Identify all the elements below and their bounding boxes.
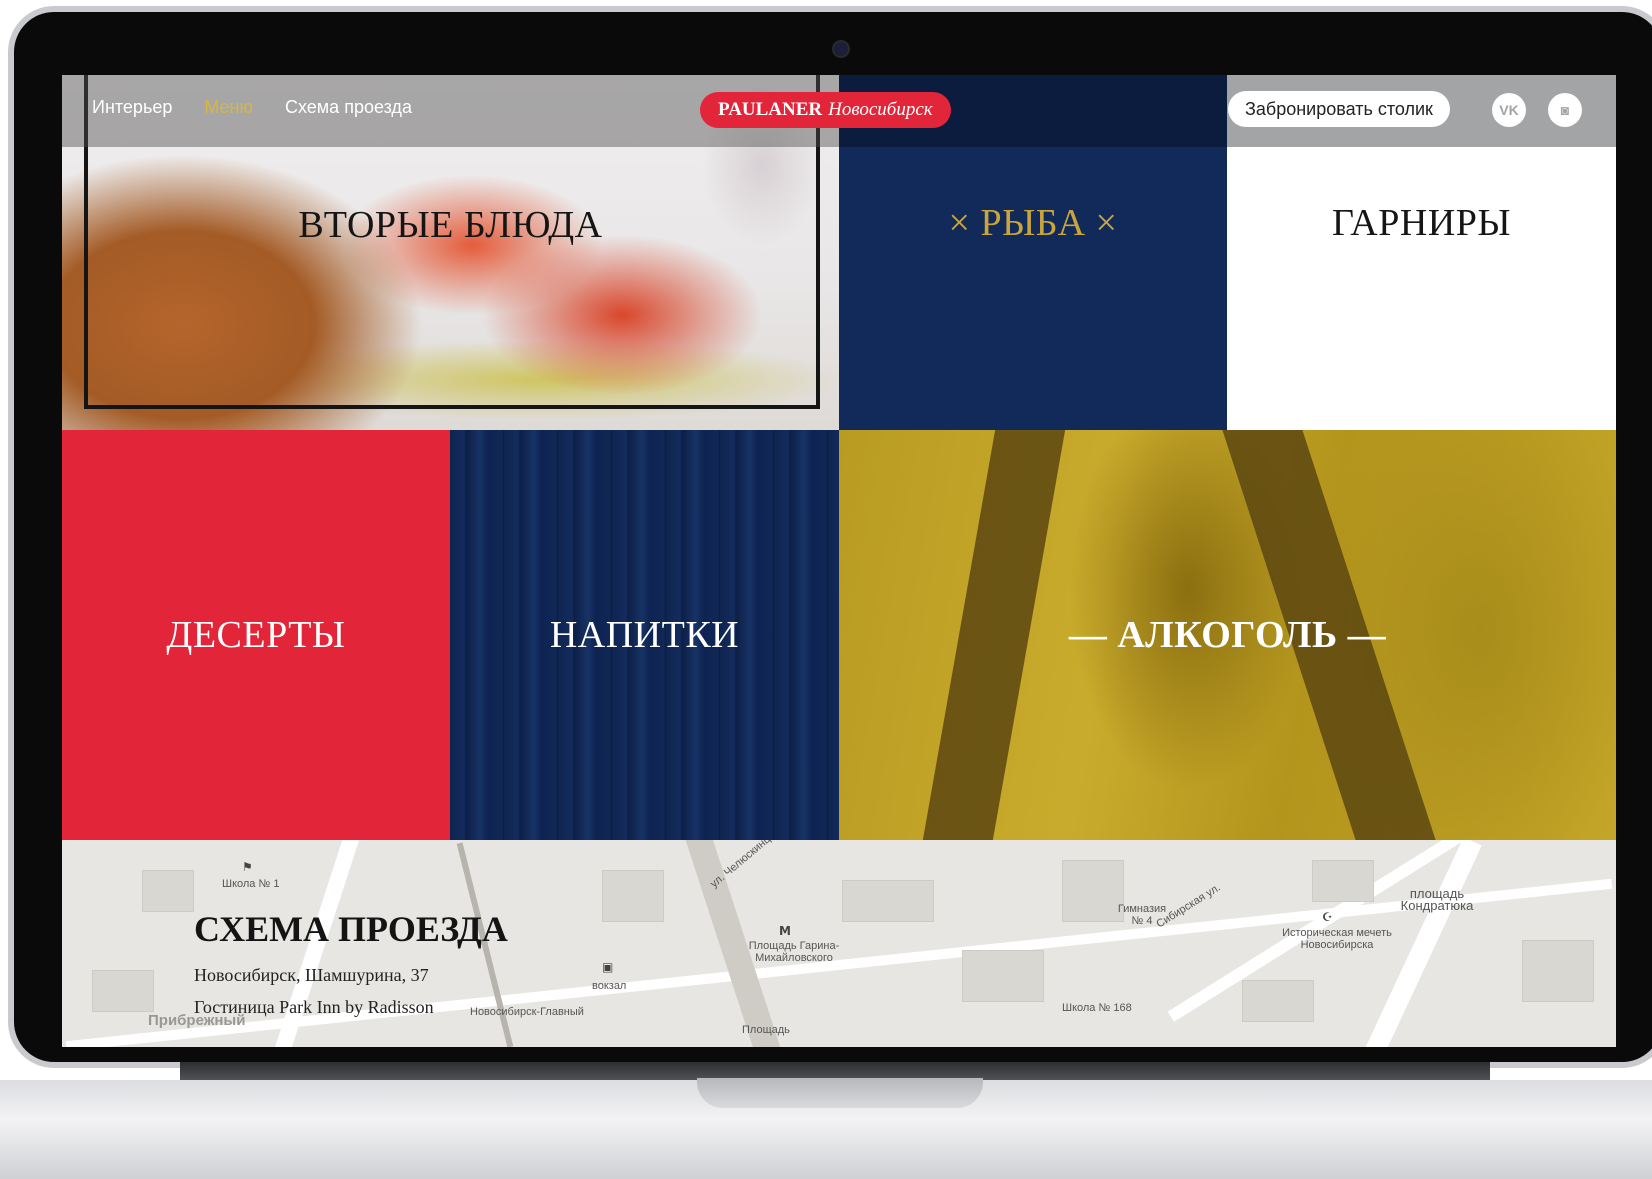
tile-fish-label: × РЫБА × — [948, 202, 1118, 244]
site-header: Интерьер Меню Схема проезда PAULANER Нов… — [62, 75, 1616, 147]
map-label: Школа № 1 — [222, 878, 280, 890]
screen: ВТОРЫЕ БЛЮДА × РЫБА × ГАРНИРЫ ДЕСЕРТЫ НА… — [62, 75, 1616, 1047]
photo-strap — [922, 430, 1066, 840]
metro-icon: M — [779, 924, 791, 938]
address-line: Новосибирск, Шамшурина, 37 — [194, 965, 429, 985]
instagram-icon[interactable]: ◙ — [1548, 93, 1582, 127]
tile-drinks-label: НАПИТКИ — [549, 614, 740, 656]
map-label: Новосибирск-Главный — [470, 1006, 584, 1018]
map-title: СХЕМА ПРОЕЗДА — [194, 909, 508, 949]
logo-brand: PAULANER — [718, 99, 823, 120]
camera-icon — [832, 40, 850, 58]
tile-second-courses-label: ВТОРЫЕ БЛЮДА — [298, 204, 603, 246]
map-label: Площадь Гарина-Михайловского — [748, 940, 840, 964]
logo-city: Новосибирск — [828, 99, 933, 120]
map-label: площадь Кондратюка — [1400, 886, 1474, 913]
tile-desserts[interactable]: ДЕСЕРТЫ — [62, 430, 450, 840]
mosque-icon: ☪ — [1322, 910, 1333, 924]
map-label: Площадь — [742, 1024, 790, 1036]
tile-drinks[interactable]: НАПИТКИ — [450, 430, 839, 840]
main-nav: Интерьер Меню Схема проезда — [92, 97, 412, 118]
tile-desserts-label: ДЕСЕРТЫ — [166, 614, 346, 656]
address-line: Гостиница Park Inn by Radisson — [194, 997, 434, 1017]
vk-icon[interactable]: VK — [1492, 93, 1526, 127]
book-table-button[interactable]: Забронировать столик — [1228, 91, 1450, 127]
nav-item-menu[interactable]: Меню — [204, 97, 253, 118]
school-icon: ⚑ — [242, 860, 253, 874]
logo[interactable]: PAULANER Новосибирск — [700, 92, 951, 128]
laptop-notch — [697, 1078, 983, 1108]
nav-item-directions[interactable]: Схема проезда — [285, 97, 412, 118]
tile-garnish-label: ГАРНИРЫ — [1331, 202, 1512, 244]
train-icon: ▣ — [602, 960, 614, 974]
nav-item-interior[interactable]: Интерьер — [92, 97, 172, 118]
map-section[interactable]: ⚑ Школа № 1 ▣ вокзал Новосибирск-Главный… — [62, 840, 1616, 1047]
map-label: вокзал — [592, 980, 627, 992]
map-label: Школа № 168 — [1062, 1002, 1132, 1014]
tile-alcohol[interactable]: — АЛКОГОЛЬ — — [839, 430, 1616, 840]
tile-alcohol-label: — АЛКОГОЛЬ — — [1068, 614, 1387, 656]
map-label: Историческая мечеть Новосибирска — [1282, 927, 1392, 951]
